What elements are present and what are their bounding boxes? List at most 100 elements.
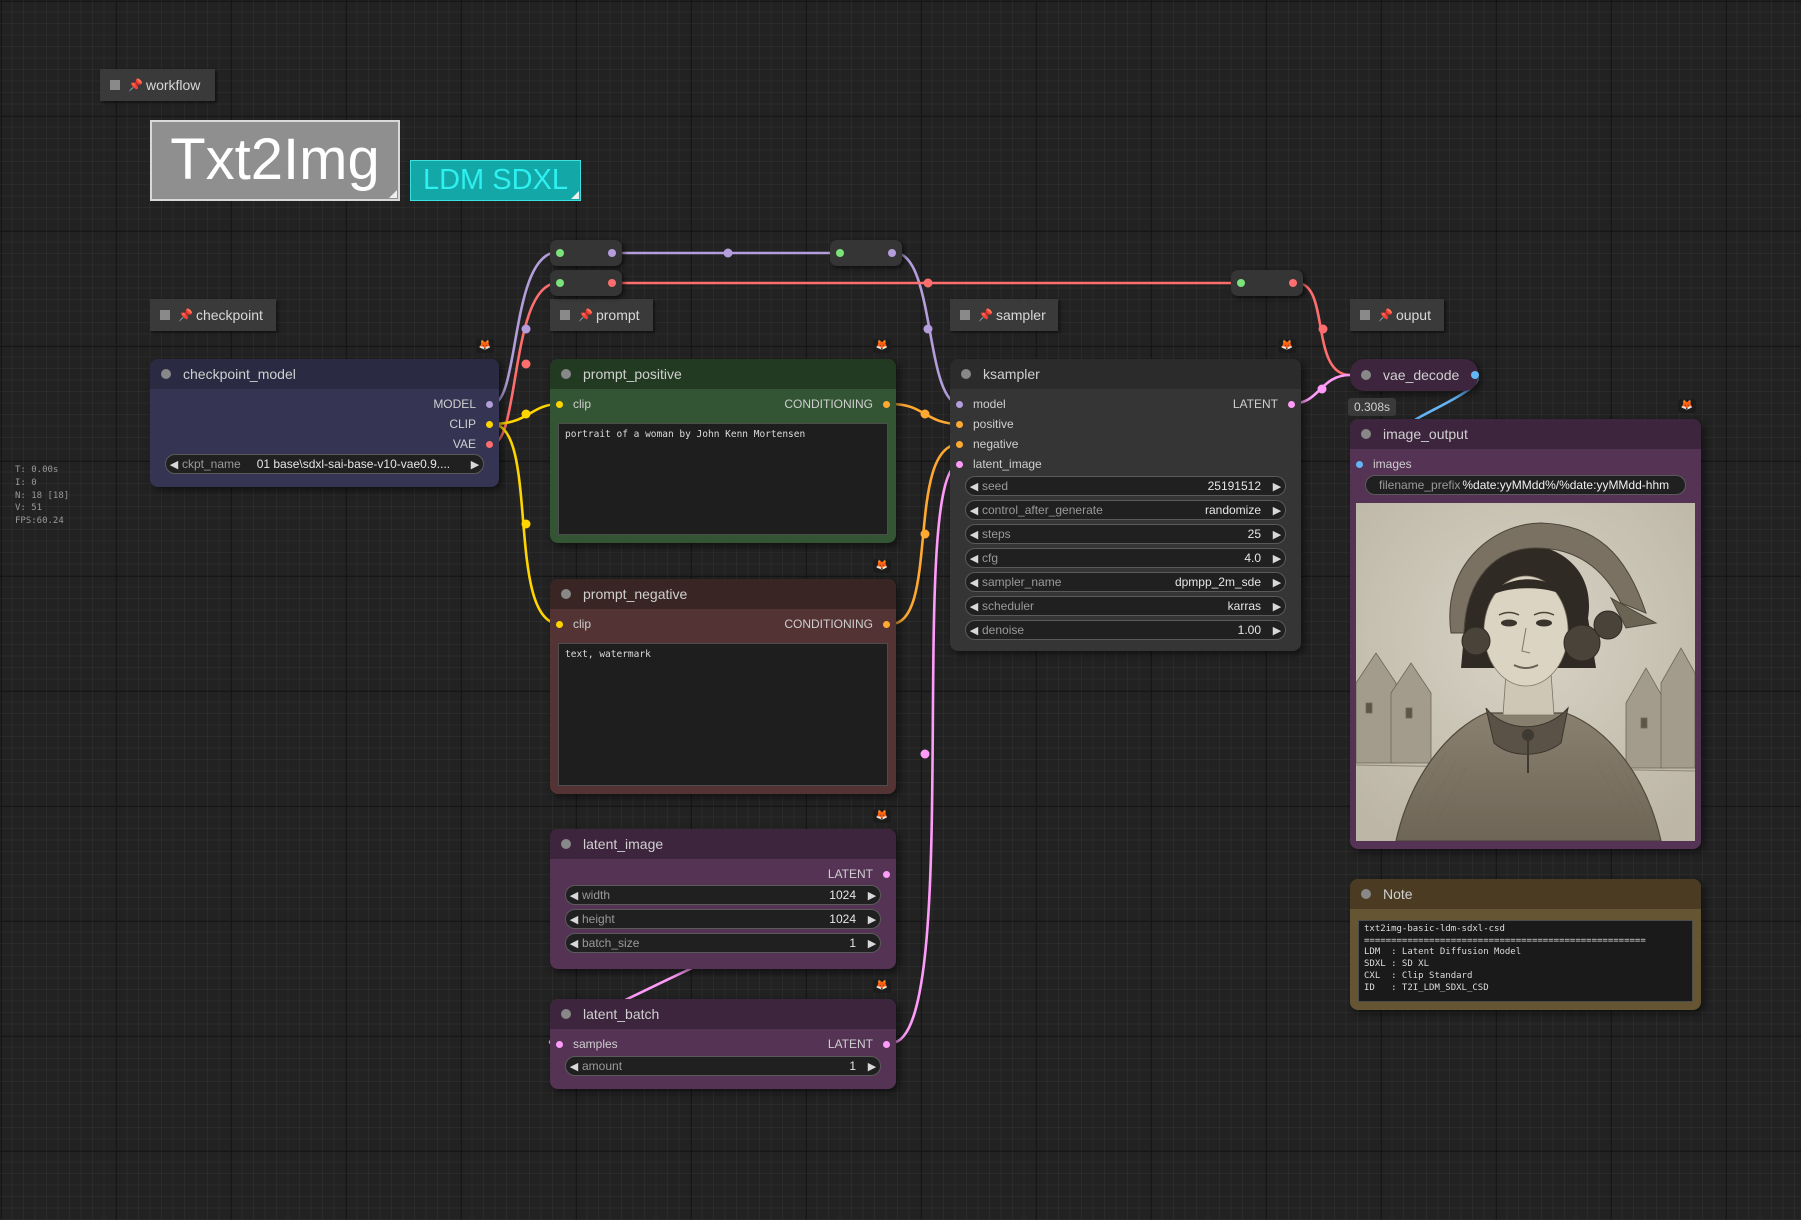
arrow-right-icon[interactable]: ▶	[1269, 600, 1285, 613]
arrow-right-icon[interactable]: ▶	[1269, 624, 1285, 637]
output-conditioning[interactable]: CONDITIONING	[784, 615, 890, 633]
slot-dot-icon[interactable]	[486, 420, 493, 428]
output-model[interactable]: MODEL	[433, 395, 493, 413]
output-latent[interactable]: LATENT	[828, 1035, 890, 1053]
group-toggle-icon[interactable]	[110, 80, 120, 90]
collapse-dot-icon[interactable]	[161, 369, 171, 379]
note-text-area[interactable]: txt2img-basic-ldm-sdxl-csd =============…	[1358, 920, 1693, 1002]
node-header[interactable]: prompt_positive	[550, 359, 896, 389]
group-toggle-icon[interactable]	[960, 310, 970, 320]
collapse-dot-icon[interactable]	[561, 839, 571, 849]
slot-dot-icon[interactable]	[1356, 460, 1363, 468]
arrow-left-icon[interactable]: ◀	[566, 937, 582, 950]
node-latent-image[interactable]: 🦊 latent_image LATENT ◀ width 1024 ▶ ◀ h…	[550, 809, 896, 969]
collapse-dot-icon[interactable]	[1361, 370, 1371, 380]
group-workflow[interactable]: 📌 workflow	[100, 69, 215, 101]
prompt-text-area[interactable]: text, watermark	[558, 643, 888, 786]
node-header[interactable]: latent_image	[550, 829, 896, 859]
arrow-left-icon[interactable]: ◀	[966, 480, 982, 493]
node-header[interactable]: prompt_negative	[550, 579, 896, 609]
slot-dot-icon[interactable]	[556, 620, 563, 628]
slot-dot-icon[interactable]	[883, 620, 890, 628]
node-header[interactable]: image_output	[1350, 419, 1701, 449]
node-prompt-negative[interactable]: 🦊 prompt_negative clip CONDITIONING text…	[550, 559, 896, 794]
output-conditioning[interactable]: CONDITIONING	[784, 395, 890, 413]
group-toggle-icon[interactable]	[560, 310, 570, 320]
arrow-right-icon[interactable]: ▶	[1269, 576, 1285, 589]
reroute-output-dot[interactable]	[888, 249, 896, 257]
slot-dot-icon[interactable]	[883, 400, 890, 408]
arrow-right-icon[interactable]: ▶	[864, 937, 880, 950]
arrow-right-icon[interactable]: ▶	[864, 913, 880, 926]
reroute-input-dot[interactable]	[836, 249, 844, 257]
input-latent-image[interactable]: latent_image	[956, 455, 1042, 473]
slot-dot-icon[interactable]	[486, 400, 493, 408]
collapse-dot-icon[interactable]	[561, 589, 571, 599]
reroute-input-dot[interactable]	[1237, 279, 1245, 287]
reroute-output-dot[interactable]	[1289, 279, 1297, 287]
node-header[interactable]: latent_batch	[550, 999, 896, 1029]
arrow-left-icon[interactable]: ◀	[966, 552, 982, 565]
reroute-vae-1[interactable]	[550, 270, 622, 296]
reroute-vae-2[interactable]	[1231, 270, 1303, 296]
widget-control-after-generate[interactable]: ◀ control_after_generate randomize ▶	[965, 500, 1286, 520]
node-header[interactable]: vae_decode	[1350, 359, 1478, 391]
reroute-model-1[interactable]	[550, 240, 622, 266]
arrow-left-icon[interactable]: ◀	[966, 576, 982, 589]
workflow-title[interactable]: Txt2Img	[150, 120, 400, 201]
slot-dot-icon[interactable]	[556, 400, 563, 408]
node-note[interactable]: Note txt2img-basic-ldm-sdxl-csd ========…	[1350, 879, 1701, 1010]
input-samples[interactable]: samples	[556, 1035, 618, 1053]
arrow-left-icon[interactable]: ◀	[966, 528, 982, 541]
group-toggle-icon[interactable]	[160, 310, 170, 320]
reroute-output-dot[interactable]	[608, 249, 616, 257]
node-vae-decode[interactable]: vae_decode	[1350, 359, 1478, 391]
slot-dot-icon[interactable]	[956, 460, 963, 468]
collapse-dot-icon[interactable]	[961, 369, 971, 379]
output-vae[interactable]: VAE	[453, 435, 493, 453]
widget-ckpt-name[interactable]: ◀ ckpt_name 01 base\sdxl-sai-base-v10-va…	[165, 454, 484, 474]
group-sampler[interactable]: 📌 sampler	[950, 299, 1058, 331]
collapse-dot-icon[interactable]	[561, 369, 571, 379]
input-images[interactable]: images	[1356, 455, 1412, 473]
slot-dot-icon[interactable]	[956, 400, 963, 408]
slot-dot-icon[interactable]	[956, 420, 963, 428]
input-model[interactable]: model	[956, 395, 1006, 413]
generated-image-preview[interactable]	[1356, 503, 1695, 841]
arrow-right-icon[interactable]: ▶	[1269, 504, 1285, 517]
arrow-right-icon[interactable]: ▶	[864, 1060, 880, 1073]
input-clip[interactable]: clip	[556, 615, 591, 633]
widget-width[interactable]: ◀ width 1024 ▶	[565, 885, 881, 905]
slot-dot-icon[interactable]	[486, 440, 493, 448]
prompt-text-area[interactable]: portrait of a woman by John Kenn Mortens…	[558, 423, 888, 535]
node-prompt-positive[interactable]: 🦊 prompt_positive clip CONDITIONING port…	[550, 339, 896, 543]
widget-amount[interactable]: ◀ amount 1 ▶	[565, 1056, 881, 1076]
slot-dot-icon[interactable]	[556, 1040, 563, 1048]
widget-scheduler[interactable]: ◀ scheduler karras ▶	[965, 596, 1286, 616]
node-image-output[interactable]: 🦊 image_output images filename_prefix %d…	[1350, 399, 1701, 849]
reroute-model-2[interactable]	[830, 240, 902, 266]
reroute-input-dot[interactable]	[556, 249, 564, 257]
slot-dot-icon[interactable]	[956, 440, 963, 448]
arrow-left-icon[interactable]: ◀	[166, 458, 182, 471]
arrow-left-icon[interactable]: ◀	[566, 913, 582, 926]
slot-dot-icon[interactable]	[1288, 400, 1295, 408]
widget-cfg[interactable]: ◀ cfg 4.0 ▶	[965, 548, 1286, 568]
widget-denoise[interactable]: ◀ denoise 1.00 ▶	[965, 620, 1286, 640]
arrow-left-icon[interactable]: ◀	[966, 600, 982, 613]
input-positive[interactable]: positive	[956, 415, 1014, 433]
group-output[interactable]: 📌 ouput	[1350, 299, 1444, 331]
collapse-dot-icon[interactable]	[1361, 889, 1371, 899]
arrow-left-icon[interactable]: ◀	[566, 889, 582, 902]
arrow-right-icon[interactable]: ▶	[864, 889, 880, 902]
input-clip[interactable]: clip	[556, 395, 591, 413]
node-header[interactable]: ksampler	[950, 359, 1301, 389]
arrow-right-icon[interactable]: ▶	[467, 458, 483, 471]
output-latent[interactable]: LATENT	[1233, 395, 1295, 413]
slot-dot-icon[interactable]	[883, 870, 890, 878]
widget-seed[interactable]: ◀ seed 25191512 ▶	[965, 476, 1286, 496]
output-latent[interactable]: LATENT	[828, 865, 890, 883]
node-checkpoint-model[interactable]: 🦊 checkpoint_model MODEL CLIP VAE ◀ ckpt…	[150, 339, 499, 487]
widget-sampler-name[interactable]: ◀ sampler_name dpmpp_2m_sde ▶	[965, 572, 1286, 592]
node-header[interactable]: Note	[1350, 879, 1701, 909]
